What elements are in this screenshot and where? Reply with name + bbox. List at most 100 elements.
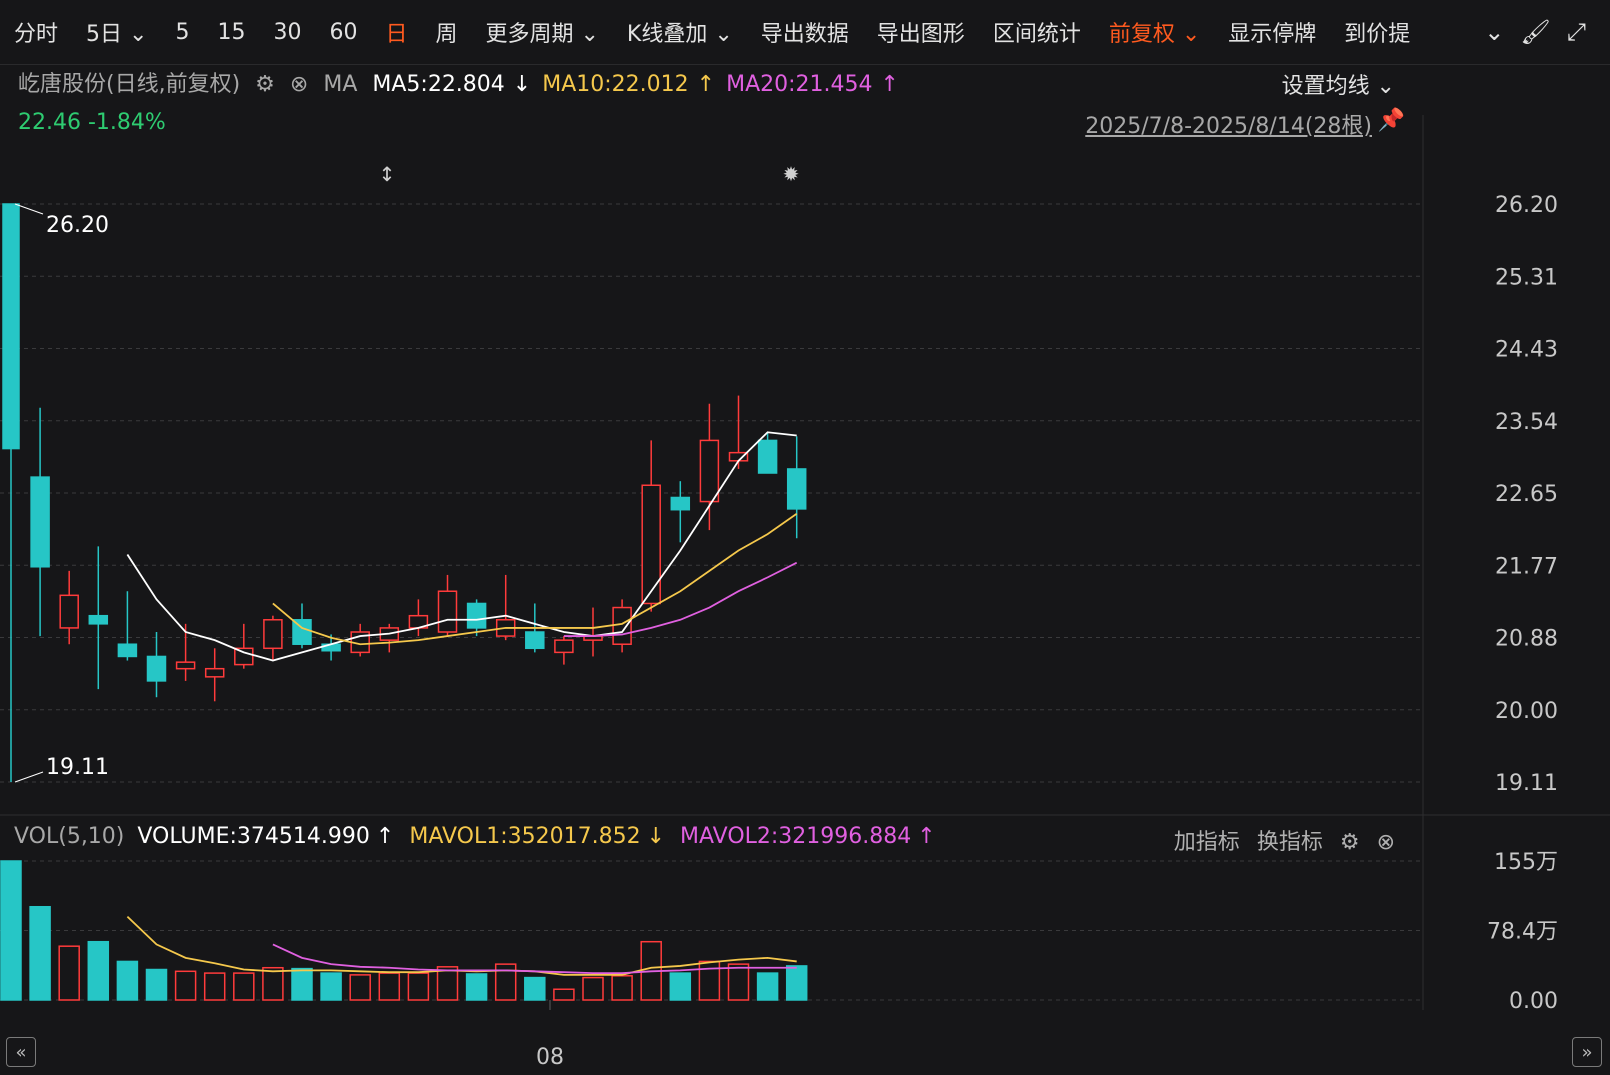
- volume-arrow-icon: ↑: [375, 824, 395, 849]
- candle-body: [88, 614, 109, 625]
- candle-body: [350, 631, 370, 654]
- toolbar-item-12[interactable]: 区间统计: [979, 16, 1095, 48]
- volume-bar: [698, 960, 721, 1001]
- ma5-arrow-icon: ↓: [512, 72, 532, 97]
- gear-icon[interactable]: ⚙: [255, 72, 275, 97]
- toolbar-item-7[interactable]: 周: [421, 16, 471, 48]
- price-tick-label: 23.54: [1495, 410, 1558, 435]
- close-circle-icon[interactable]: ⊗: [290, 72, 308, 97]
- candle-body: [204, 667, 225, 678]
- chevron-circle-icon[interactable]: ⌄: [1484, 18, 1504, 46]
- close-circle-icon[interactable]: ⊗: [1377, 830, 1395, 855]
- volume-bar: [611, 975, 633, 1001]
- toolbar-item-13[interactable]: 前复权 ⌄: [1095, 16, 1214, 48]
- ma10-line: [272, 513, 798, 646]
- toolbar-item-1[interactable]: 5日 ⌄: [72, 16, 161, 48]
- volume-bar: [320, 972, 342, 1001]
- toolbar-item-5[interactable]: 60: [315, 20, 371, 45]
- volume-bar: [378, 972, 401, 1001]
- volume-tick-label: 155万: [1494, 850, 1558, 875]
- candle-body: [117, 643, 138, 658]
- ma10-arrow-icon: ↑: [696, 72, 716, 97]
- volume-bar: [640, 940, 662, 1001]
- mavol2-arrow-icon: ↑: [917, 824, 936, 849]
- price-tick-label: 19.11: [1495, 771, 1558, 796]
- add-indicator-button[interactable]: 加指标: [1174, 830, 1240, 855]
- volume-bar: [727, 963, 750, 1001]
- candle-body: [583, 635, 603, 641]
- price-tick-label: 21.77: [1495, 554, 1558, 579]
- ma-settings-button[interactable]: 设置均线 ⌄: [1282, 68, 1395, 100]
- volume-label: VOL(5,10): [14, 824, 125, 849]
- pin-icon[interactable]: 📌: [1378, 108, 1405, 133]
- gear-icon[interactable]: ⚙: [1340, 830, 1360, 855]
- candle-body: [670, 496, 691, 511]
- candle-body: [612, 606, 632, 645]
- volume-bar: [756, 972, 779, 1001]
- kline-chart[interactable]: 26.20 25.31 24.43 23.54 22.65 21.77 20.88 20.00…: [0, 0, 1610, 1075]
- toolbar-icons: ⌄ 🖌 ⤢: [1484, 18, 1610, 46]
- toolbar-item-8[interactable]: 更多周期 ⌄: [471, 16, 612, 48]
- candle-body: [175, 661, 196, 670]
- candle-body: [728, 451, 749, 462]
- toolbar-item-14[interactable]: 显示停牌: [1214, 16, 1330, 48]
- candle-body: [59, 594, 79, 629]
- mavol1-line: [126, 915, 797, 976]
- toolbar-item-15[interactable]: 到价提: [1330, 16, 1424, 48]
- candle-body: [379, 627, 400, 641]
- price-tick-label: 22.65: [1495, 482, 1558, 507]
- volume-bar: [669, 972, 692, 1001]
- price-tick-label: 26.20: [1495, 193, 1558, 218]
- volume-bar: [291, 967, 313, 1001]
- drag-handle-icon: ↕: [379, 162, 396, 186]
- x-tick-label: 08: [536, 1045, 564, 1070]
- stock-name: 屹唐股份(日线,前复权): [18, 72, 241, 97]
- candle-body: [641, 484, 661, 605]
- volume-bar: [349, 974, 371, 1001]
- candle-body: [525, 631, 545, 650]
- candle-body: [234, 647, 254, 666]
- volume-bar: [233, 972, 255, 1001]
- volume-bar: [116, 960, 139, 1001]
- volume-header: VOL(5,10) VOLUME:374514.990 ↑ MAVOL1:3520…: [14, 824, 942, 849]
- toolbar-item-4[interactable]: 30: [259, 20, 315, 45]
- sun-icon: ✹: [783, 162, 800, 186]
- volume-bar: [407, 972, 430, 1001]
- toolbar-item-10[interactable]: 导出数据: [747, 16, 863, 48]
- brush-icon[interactable]: 🖌: [1520, 18, 1550, 46]
- mavol2-line: [272, 943, 797, 974]
- volume-bar: [785, 965, 808, 1001]
- toolbar-item-11[interactable]: 导出图形: [863, 16, 979, 48]
- toolbar-item-3[interactable]: 15: [203, 20, 259, 45]
- candle-body: [437, 590, 458, 633]
- scroll-left-icon[interactable]: «: [6, 1037, 36, 1067]
- low-price-label: 19.11: [46, 755, 109, 780]
- ma10-value: MA10:22.012: [542, 72, 689, 97]
- scroll-right-icon[interactable]: »: [1572, 1037, 1602, 1067]
- volume-bar: [262, 966, 284, 1001]
- candle-body: [408, 614, 429, 629]
- date-range[interactable]: 2025/7/8-2025/8/14(28根): [1085, 108, 1372, 140]
- mavol2-value: MAVOL2:321996.884: [680, 824, 912, 849]
- ma-label: MA: [323, 72, 358, 97]
- switch-indicator-button[interactable]: 换指标: [1257, 830, 1323, 855]
- volume-bar: [0, 860, 22, 1001]
- candle-body: [757, 439, 778, 474]
- candle-body: [786, 468, 807, 510]
- toolbar-item-9[interactable]: K线叠加 ⌄: [613, 16, 747, 48]
- toolbar-item-2[interactable]: 5: [161, 20, 203, 45]
- price-tick-label: 25.31: [1495, 265, 1558, 290]
- volume-bar: [436, 966, 459, 1001]
- toolbar-item-6[interactable]: 日: [371, 16, 421, 48]
- volume-bar: [524, 976, 546, 1001]
- price-tick-label: 24.43: [1495, 338, 1558, 363]
- candle-body: [495, 619, 516, 637]
- volume-bar: [29, 905, 51, 1001]
- candle-body: [321, 643, 341, 652]
- volume-bar: [174, 970, 197, 1001]
- mavol1-arrow-icon: ↓: [646, 824, 666, 849]
- candle-body: [2, 203, 20, 450]
- toolbar-item-0[interactable]: 分时: [0, 16, 72, 48]
- fullscreen-icon[interactable]: ⤢: [1567, 18, 1586, 46]
- info-line: 屹唐股份(日线,前复权) ⚙ ⊗ MA MA5:22.804 ↓ MA10:22.…: [18, 66, 907, 98]
